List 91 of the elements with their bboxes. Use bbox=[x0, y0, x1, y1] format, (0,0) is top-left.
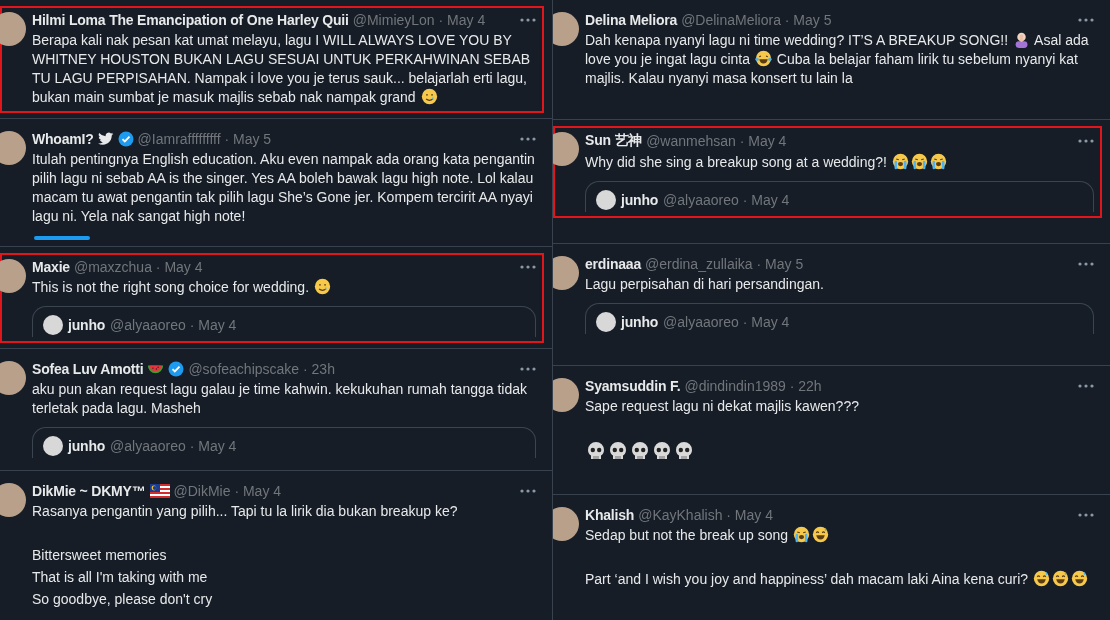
sweat-smile-emoji-icon bbox=[1032, 570, 1050, 587]
tweet-text: Lagu perpisahan di hari persandingan. bbox=[585, 275, 825, 294]
tweet-text: Dah kenapa nyanyi lagu ni time wedding? IT’S A BREAKUP SONG!! Asal ada love you je ingat lagu cinta Cuba la belajar faham lirik tu sebelum nyanyi kat majlis. Kalau nyanyi masa konsert tu lain la bbox=[585, 31, 1090, 88]
author-name[interactable]: Delina Meliora bbox=[585, 12, 678, 28]
handle-and-time: @maxzchua · May 4 bbox=[73, 258, 203, 275]
bird-icon bbox=[97, 132, 114, 147]
avatar[interactable] bbox=[0, 12, 26, 46]
tweet-text: So goodbye, please don't cry bbox=[32, 589, 214, 609]
author-name[interactable]: DikMie ~ DKMY™ bbox=[32, 482, 146, 499]
avatar[interactable] bbox=[0, 361, 26, 396]
tweet-text: aku pun akan request lagu galau je time kahwin. kekukuhan rumah tangga tidak terletak pada lagu. Masheh bbox=[32, 380, 528, 419]
quoted-author-name: junho bbox=[621, 192, 659, 208]
handle-and-time: @wanmehsan · May 4 bbox=[646, 133, 787, 149]
tweet-text: This is not the right song choice for wedding. bbox=[32, 277, 536, 297]
tweet-text: Why did she sing a breakup song at a wedding?! bbox=[585, 153, 1094, 172]
verified-badge-icon bbox=[117, 131, 134, 148]
avatar[interactable] bbox=[553, 256, 579, 290]
handle-and-time: @DelinaMeliora · May 5 bbox=[681, 12, 832, 28]
quoted-handle-and-time: @alyaaoreo · May 4 bbox=[110, 438, 237, 455]
laughing-tears-emoji-icon bbox=[754, 50, 772, 67]
tweet-text: Part ‘and I wish you joy and happiness’ dah macam laki Aina kena curi? bbox=[585, 570, 1094, 589]
crying-face-emoji-icon bbox=[929, 153, 947, 170]
quoted-handle-and-time: @alyaaoreo · May 4 bbox=[663, 192, 790, 208]
author-name[interactable]: WhoamI? bbox=[32, 131, 94, 148]
avatar bbox=[596, 312, 616, 332]
verified-badge-icon bbox=[168, 361, 185, 378]
more-icon[interactable] bbox=[520, 137, 536, 142]
author-name[interactable]: Sun 艺神 bbox=[585, 132, 643, 150]
quoted-author-name: junho bbox=[621, 314, 659, 330]
quoted-tweet-card[interactable]: junho @alyaaoreo · May 4 bbox=[585, 181, 1094, 212]
more-icon[interactable] bbox=[1078, 384, 1094, 388]
avatar bbox=[43, 314, 63, 335]
flag-icon bbox=[149, 483, 170, 498]
tweet-text: Itulah pentingnya English education. Aku even nampak ada orang kata pengantin pilih lagu ni sebab AA is the singer. Yes AA boleh bawak lagu high note. Lol kalau macam tu awat pengantin tak pilih lagu She’s Gone jer. Kompem tercirit AA nyayi lagu ni. Yela nak sangat high note! bbox=[32, 150, 536, 227]
avatar bbox=[43, 436, 63, 457]
handle-and-time: @dindindin1989 · 22h bbox=[684, 378, 822, 394]
crying-face-emoji-icon bbox=[910, 153, 928, 170]
more-icon[interactable] bbox=[1078, 139, 1094, 143]
author-name[interactable]: erdinaaa bbox=[585, 256, 641, 272]
author-name[interactable]: Khalish bbox=[585, 507, 635, 523]
teary-smile-emoji-icon bbox=[313, 277, 331, 295]
author-name[interactable]: Hilmi Loma The Emancipation of One Harley Quii bbox=[32, 12, 349, 28]
tweet-text: Berapa kali nak pesan kat umat melayu, lagu I WILL ALWAYS LOVE YOU BY WHITNEY HOUSTON BUKAN LAGU SESUAI UNTUK PERKAHWINAN SEBAB TU LAGU PERPISAHAN. Nampak i love you je terus sauk... belajarlah erti lagu, bukan main sumbat je masuk majlis sebab nak nampak grand bbox=[32, 31, 532, 107]
tweet-text: Bittersweet memories bbox=[32, 545, 168, 565]
skull-emoji-icon bbox=[674, 441, 694, 461]
handle-and-time: @DikMie · May 4 bbox=[173, 482, 282, 499]
more-icon[interactable] bbox=[520, 367, 536, 372]
skull-emoji-icon bbox=[630, 441, 650, 461]
quoted-author-name: junho bbox=[68, 316, 106, 333]
more-icon[interactable] bbox=[1078, 262, 1094, 266]
quoted-tweet-card[interactable]: junho @alyaaoreo · May 4 bbox=[585, 303, 1094, 334]
crying-face-emoji-icon bbox=[891, 153, 909, 170]
crying-face-emoji-icon bbox=[793, 526, 811, 543]
skull-emoji-icon bbox=[652, 441, 672, 461]
quoted-handle-and-time: @alyaaoreo · May 4 bbox=[663, 314, 790, 330]
more-icon[interactable] bbox=[520, 264, 536, 269]
more-icon[interactable] bbox=[1078, 18, 1094, 22]
watermelon-icon bbox=[147, 363, 165, 376]
author-name[interactable]: Syamsuddin F. bbox=[585, 378, 681, 394]
more-icon[interactable] bbox=[1078, 513, 1094, 517]
handle-and-time: @MimieyLon · May 4 bbox=[352, 12, 486, 28]
quoted-author-name: junho bbox=[68, 438, 106, 455]
sweat-smile-emoji-icon bbox=[1070, 570, 1088, 587]
avatar[interactable] bbox=[0, 482, 26, 517]
skull-emoji-icon bbox=[608, 441, 628, 461]
handle-and-time: @sofeachipscake · 23h bbox=[188, 361, 335, 378]
tweet-text: That is all I'm taking with me bbox=[32, 567, 209, 587]
handle-and-time: @erdina_zullaika · May 5 bbox=[645, 256, 804, 272]
sweat-smile-emoji-icon bbox=[812, 526, 830, 543]
quoted-tweet-card[interactable]: junho @alyaaoreo · May 4 bbox=[32, 427, 536, 459]
author-name[interactable]: Sofea Luv Amotti bbox=[32, 361, 144, 378]
tweet-text: Rasanya pengantin yang pilih... Tapi tu la lirik dia bukan breakup ke? bbox=[32, 501, 459, 521]
sweat-smile-emoji-icon bbox=[1051, 570, 1069, 587]
avatar[interactable] bbox=[0, 258, 26, 293]
more-icon[interactable] bbox=[520, 18, 536, 22]
skull-emoji-icon bbox=[586, 441, 606, 461]
avatar[interactable] bbox=[553, 507, 579, 541]
tweet-text: Sedap but not the break up song bbox=[585, 526, 1094, 545]
handle-and-time: @Iamrafffffffff · May 5 bbox=[137, 131, 272, 148]
teary-smile-emoji-icon bbox=[420, 88, 438, 105]
quoted-tweet-card[interactable]: junho @alyaaoreo · May 4 bbox=[32, 305, 536, 337]
quoted-handle-and-time: @alyaaoreo · May 4 bbox=[110, 316, 237, 333]
avatar[interactable] bbox=[0, 131, 26, 166]
tweet-text: Sape request lagu ni dekat majlis kawen??? bbox=[585, 397, 860, 416]
handle-and-time: @KayKhalish · May 4 bbox=[638, 507, 773, 523]
avatar[interactable] bbox=[553, 132, 579, 166]
avatar[interactable] bbox=[553, 378, 579, 412]
author-name[interactable]: Maxie bbox=[32, 258, 70, 275]
avatar[interactable] bbox=[553, 12, 579, 46]
more-icon[interactable] bbox=[520, 488, 536, 493]
avatar bbox=[596, 190, 616, 210]
